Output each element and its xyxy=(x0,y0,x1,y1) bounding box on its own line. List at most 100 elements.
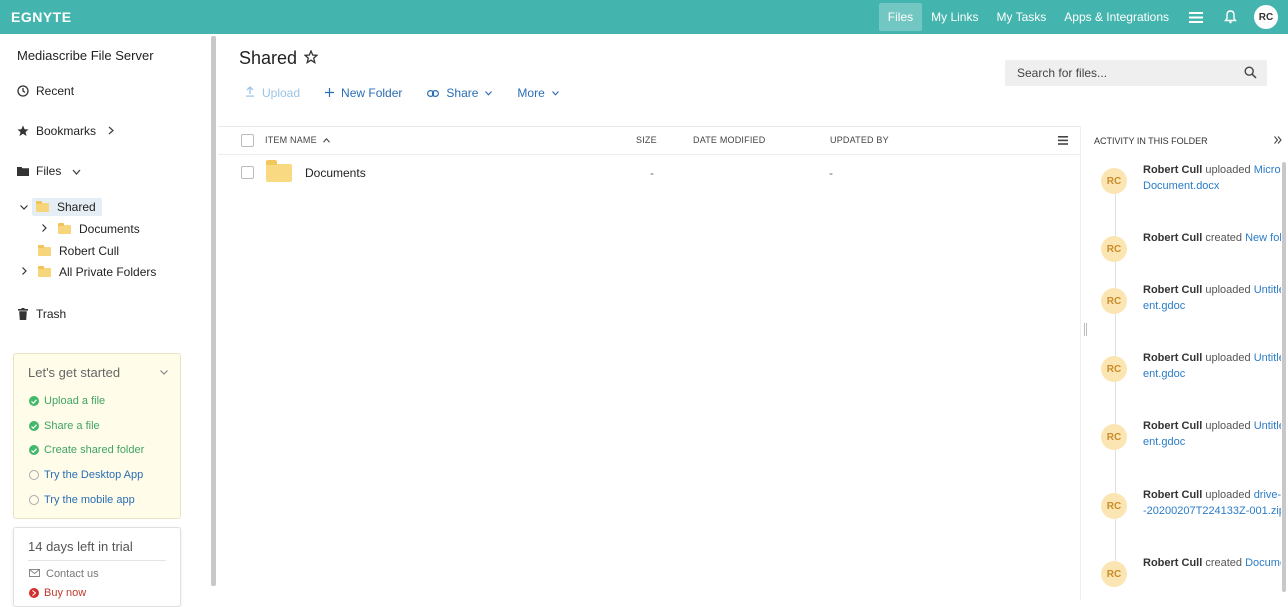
main-panel: Shared Upload New Folder Share More Sear… xyxy=(218,34,1267,600)
star-icon xyxy=(16,125,30,137)
activity-link[interactable]: ent.gdoc xyxy=(1143,368,1185,380)
sidebar-item-label: Trash xyxy=(36,307,67,321)
activity-link[interactable]: New fold xyxy=(1245,232,1281,244)
chevron-right-icon[interactable] xyxy=(108,124,115,138)
activity-action: uploaded xyxy=(1205,284,1251,296)
avatar: RC xyxy=(1101,168,1127,194)
nav-files[interactable]: Files xyxy=(878,3,923,31)
tree-item-label: Documents xyxy=(79,222,140,236)
nav-my-links[interactable]: My Links xyxy=(922,3,987,31)
collapse-panel-icon[interactable] xyxy=(1274,133,1282,147)
activity-link[interactable]: ent.gdoc xyxy=(1143,300,1185,312)
divider xyxy=(218,126,1080,127)
sidebar-item-bookmarks[interactable]: Bookmarks xyxy=(16,124,115,138)
egnyte-logo[interactable]: EGNYTE xyxy=(11,9,72,25)
tree-item-documents[interactable]: Documents xyxy=(36,219,140,239)
column-header-size[interactable]: SIZE xyxy=(636,135,657,145)
more-button[interactable]: More xyxy=(517,86,559,100)
sidebar-item-trash[interactable]: Trash xyxy=(16,307,66,321)
chevron-down-icon[interactable] xyxy=(160,367,168,378)
activity-user: Robert Cull xyxy=(1143,284,1203,296)
user-avatar[interactable]: RC xyxy=(1254,5,1278,29)
select-all-checkbox[interactable] xyxy=(241,134,254,147)
trial-title: 14 days left in trial xyxy=(28,539,133,554)
plus-icon xyxy=(325,86,335,100)
notifications-bell-icon[interactable] xyxy=(1214,0,1246,34)
activity-user: Robert Cull xyxy=(1143,352,1203,364)
chevron-right-icon[interactable] xyxy=(16,266,32,278)
check-icon xyxy=(29,421,39,431)
envelope-icon xyxy=(29,568,40,580)
contact-us-link[interactable]: Contact us xyxy=(29,568,99,580)
top-nav: Files My Links My Tasks Apps & Integrati… xyxy=(878,0,1288,34)
activity-title: ACTIVITY IN THIS FOLDER xyxy=(1094,136,1208,146)
tree-item-label: Robert Cull xyxy=(59,244,120,258)
activity-link[interactable]: Untitle xyxy=(1254,284,1281,296)
sidebar-item-recent[interactable]: Recent xyxy=(16,84,74,98)
top-bar: EGNYTE Files My Links My Tasks Apps & In… xyxy=(0,0,1288,34)
column-header-updated-by[interactable]: UPDATED BY xyxy=(830,135,889,145)
sidebar-scrollbar[interactable] xyxy=(211,36,216,586)
chevron-down-icon[interactable] xyxy=(72,164,81,178)
sidebar-item-files[interactable]: Files xyxy=(16,164,81,178)
activity-link[interactable]: Untitle xyxy=(1254,420,1281,432)
activity-link[interactable]: ent.gdoc xyxy=(1143,436,1185,448)
buy-now-link[interactable]: Buy now xyxy=(29,587,86,599)
activity-link[interactable]: drive- xyxy=(1254,489,1281,501)
tree-item-robert-cull[interactable]: Robert Cull xyxy=(38,241,119,261)
list-view-icon[interactable] xyxy=(1058,134,1068,148)
checklist-item[interactable]: Upload a file xyxy=(29,395,105,407)
upload-label: Upload xyxy=(262,86,301,100)
checklist-item[interactable]: Share a file xyxy=(29,420,100,432)
menu-icon[interactable] xyxy=(1178,0,1214,34)
checklist-item[interactable]: Try the mobile app xyxy=(29,494,135,506)
activity-user: Robert Cull xyxy=(1143,232,1203,244)
checklist-item[interactable]: Create shared folder xyxy=(29,444,144,456)
folder-icon xyxy=(266,160,292,182)
buy-now-label: Buy now xyxy=(44,587,87,599)
activity-user: Robert Cull xyxy=(1143,489,1203,501)
activity-scrollbar[interactable] xyxy=(1282,162,1286,592)
server-title: Mediascribe File Server xyxy=(17,48,154,63)
column-header-date-modified[interactable]: DATE MODIFIED xyxy=(693,135,765,145)
activity-text: Robert Cull created New fold xyxy=(1143,230,1281,246)
chevron-down-icon xyxy=(485,88,493,98)
share-button[interactable]: Share xyxy=(427,86,493,100)
upload-button[interactable]: Upload xyxy=(245,86,300,100)
checklist-item[interactable]: Try the Desktop App xyxy=(29,469,143,481)
folder-icon xyxy=(58,222,71,234)
activity-link[interactable]: Untitle xyxy=(1254,352,1281,364)
activity-link[interactable]: Docume xyxy=(1245,557,1281,569)
sidebar-item-label: Recent xyxy=(36,84,75,98)
row-checkbox[interactable] xyxy=(241,166,254,179)
folder-icon xyxy=(36,200,49,212)
folder-icon xyxy=(38,265,51,277)
tree-item-all-private-folders[interactable]: All Private Folders xyxy=(16,262,156,282)
activity-link[interactable]: Micros xyxy=(1254,164,1281,176)
sidebar: Mediascribe File Server Recent Bookmarks… xyxy=(0,34,210,607)
avatar: RC xyxy=(1101,561,1127,587)
activity-link[interactable]: Document.docx xyxy=(1143,180,1219,192)
trial-card: 14 days left in trial Contact us Buy now xyxy=(13,527,181,607)
divider xyxy=(28,560,166,561)
get-started-card: Let's get started Upload a file Share a … xyxy=(13,353,181,519)
search-input[interactable]: Search for files... xyxy=(1005,60,1267,86)
search-placeholder: Search for files... xyxy=(1017,66,1108,80)
column-header-item-name[interactable]: ITEM NAME xyxy=(265,135,330,145)
new-folder-button[interactable]: New Folder xyxy=(325,86,402,100)
row-item-name[interactable]: Documents xyxy=(305,166,366,180)
toolbar: Upload New Folder Share More xyxy=(245,86,584,100)
avatar: RC xyxy=(1101,356,1127,382)
divider xyxy=(218,154,1080,155)
activity-text: Robert Cull uploaded Micros Document.doc… xyxy=(1143,162,1281,194)
nav-apps-integrations[interactable]: Apps & Integrations xyxy=(1055,3,1178,31)
check-icon xyxy=(29,445,39,455)
chevron-down-icon[interactable] xyxy=(16,202,32,213)
tree-item-shared[interactable]: Shared xyxy=(16,197,102,217)
chevron-right-icon[interactable] xyxy=(36,223,52,235)
bookmark-star-icon[interactable] xyxy=(303,49,319,67)
contact-us-label: Contact us xyxy=(46,568,99,580)
nav-my-tasks[interactable]: My Tasks xyxy=(987,3,1055,31)
activity-link[interactable]: -20200207T224133Z-001.zip xyxy=(1143,505,1281,517)
search-icon[interactable] xyxy=(1244,66,1257,82)
